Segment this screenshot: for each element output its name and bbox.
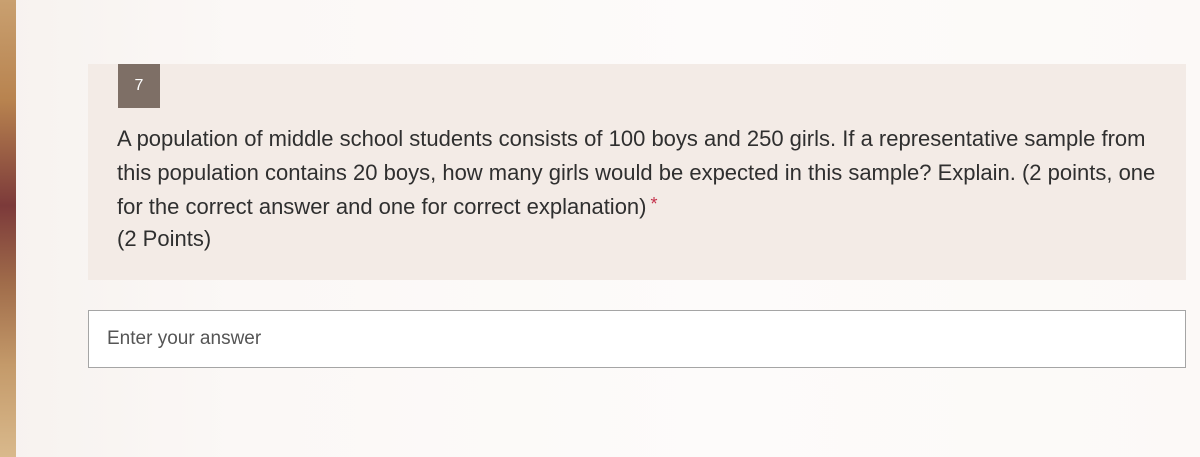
question-text: A population of middle school students c… bbox=[117, 126, 1156, 219]
required-asterisk: * bbox=[650, 194, 658, 214]
points-label: (2 Points) bbox=[117, 226, 212, 251]
question-number-badge: 7 bbox=[118, 64, 160, 108]
question-prompt: A population of middle school students c… bbox=[117, 122, 1157, 225]
answer-input[interactable] bbox=[88, 310, 1186, 368]
background-photo-edge bbox=[0, 0, 16, 457]
question-card: 7 A population of middle school students… bbox=[88, 64, 1186, 280]
